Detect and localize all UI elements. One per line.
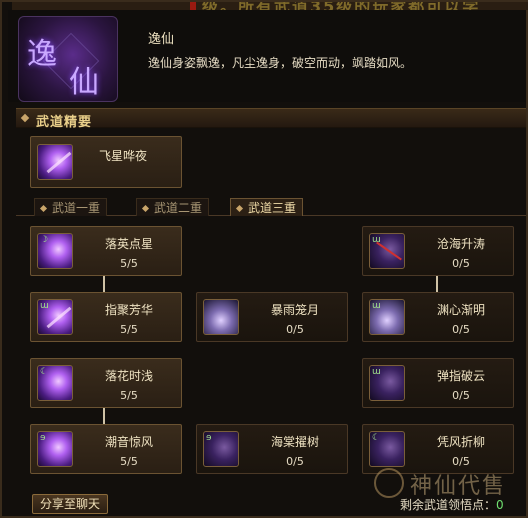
emblem-char-2: 仙 (69, 65, 99, 100)
skill-node-name: 凭风折柳 (436, 435, 485, 449)
tab-diamond-icon (141, 204, 150, 213)
skill-node-luohuashiqian[interactable]: ☾ 落花时浅 5/5 (30, 358, 182, 408)
begonia-icon: ɘ (203, 431, 239, 467)
skill-node-level: 0/5 (452, 389, 470, 402)
rain-moon-icon (203, 299, 239, 335)
tab-label: 武道二重 (154, 201, 203, 215)
skill-node-name: 落花时浅 (104, 369, 153, 383)
skill-node-zhijufanghua[interactable]: ɯ 指聚芳华 5/5 (30, 292, 182, 342)
crossed-wave-icon: ɯ (369, 233, 405, 269)
remaining-points-value: 0 (496, 498, 504, 512)
tab-label: 武道三重 (248, 201, 297, 215)
skill-node-chaoyinjingfeng[interactable]: ɘ 潮音惊风 5/5 (30, 424, 182, 474)
skill-emblem-icon: 逸 仙 (18, 16, 118, 102)
section-diamond-icon (20, 113, 30, 123)
skill-node-name: 渊心渐明 (436, 303, 485, 317)
skill-node-name: 海棠擢树 (270, 435, 319, 449)
falling-flower-icon: ☾ (37, 365, 73, 401)
banner-marker (190, 2, 196, 10)
skill-node-baoyulongyue[interactable]: 暴雨笼月 0/5 (196, 292, 348, 342)
skill-node-level: 5/5 (120, 455, 138, 468)
tab-tier-1[interactable]: 武道一重 (34, 198, 108, 216)
skill-node-level: 5/5 (120, 389, 138, 402)
tier-tabs: 武道一重 武道二重 武道三重 (16, 198, 526, 216)
skill-node-name: 指聚芳华 (104, 303, 153, 317)
skill-node-yuanxinjianming[interactable]: ɯ 渊心渐明 0/5 (362, 292, 514, 342)
watermark: 神仙代售 (374, 466, 528, 500)
abyss-light-icon: ɯ (369, 299, 405, 335)
tab-label: 武道一重 (52, 201, 101, 215)
skill-node-name: 沧海升涛 (436, 237, 485, 251)
skill-node-haitangzhuoshu[interactable]: ɘ 海棠擢树 0/5 (196, 424, 348, 474)
skill-node-tanzhipoyun[interactable]: ɯ 弹指破云 0/5 (362, 358, 514, 408)
tab-diamond-icon (39, 204, 48, 213)
skill-node-level: 5/5 (120, 257, 138, 270)
share-to-chat-button[interactable]: 分享至聊天 (32, 494, 108, 514)
skill-node-name: 弹指破云 (436, 369, 485, 383)
crescent-petal-icon: ☽ (37, 233, 73, 269)
skill-description: 逸仙身姿飘逸，凡尘逸身，破空而动，飒踏如风。 (148, 56, 413, 70)
skill-node-level: 0/5 (286, 455, 304, 468)
tree-link (103, 408, 105, 424)
skill-node-name: 落英点星 (104, 237, 153, 251)
essence-skill-label: 飞星哗夜 (99, 149, 148, 163)
skill-node-level: 0/5 (452, 323, 470, 336)
skill-node-luoyingdianxing[interactable]: ☽ 落英点星 5/5 (30, 226, 182, 276)
essence-skill[interactable]: 飞星哗夜 (30, 136, 182, 188)
emblem-char-1: 逸 (27, 37, 57, 72)
top-banner: 级。所有武道35级的玩家都可以学 (12, 2, 528, 10)
tree-link (103, 276, 105, 292)
tree-link (436, 276, 438, 292)
remaining-points-label: 剩余武道领悟点： (400, 498, 497, 512)
bright-slash-icon: ɯ (37, 299, 73, 335)
skill-node-level: 5/5 (120, 323, 138, 336)
skill-node-level: 0/5 (286, 323, 304, 336)
watermark-logo-icon (374, 468, 404, 498)
purple-slash-icon (37, 144, 73, 180)
tab-tier-3[interactable]: 武道三重 (230, 198, 304, 216)
skill-name: 逸仙 (148, 32, 175, 47)
remaining-points: 剩余武道领悟点：0 (400, 496, 504, 513)
skill-node-name: 暴雨笼月 (270, 303, 319, 317)
skill-node-name: 潮音惊风 (104, 435, 153, 449)
banner-text: 级。所有武道35级的玩家都可以学 (202, 2, 480, 10)
tab-diamond-icon (235, 204, 244, 213)
skill-panel: 级。所有武道35级的玩家都可以学 逸 仙 逸仙 逸仙身姿飘逸，凡尘逸身，破空而动… (0, 0, 528, 518)
tide-sound-icon: ɘ (37, 431, 73, 467)
skill-header: 逸 仙 逸仙 逸仙身姿飘逸，凡尘逸身，破空而动，飒踏如风。 (8, 10, 526, 102)
skill-node-canghaishengtao[interactable]: ɯ 沧海升涛 0/5 (362, 226, 514, 276)
tab-tier-2[interactable]: 武道二重 (136, 198, 210, 216)
section-header: 武道精要 (16, 108, 526, 130)
flick-cloud-icon: ɯ (369, 365, 405, 401)
section-title: 武道精要 (36, 115, 93, 130)
willow-icon: ☾ (369, 431, 405, 467)
skill-node-level: 0/5 (452, 257, 470, 270)
